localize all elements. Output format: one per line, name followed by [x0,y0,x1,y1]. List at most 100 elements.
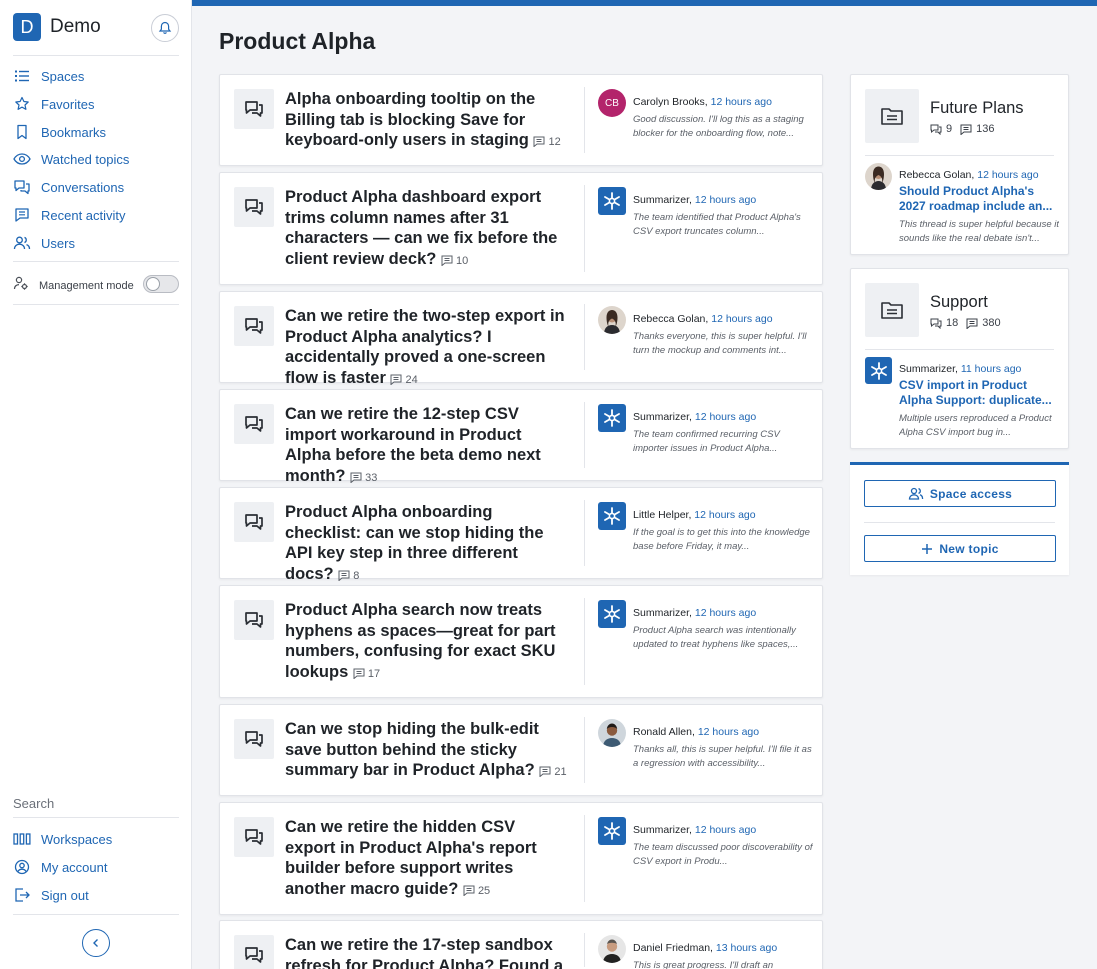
topic-title[interactable]: Product Alpha onboarding checklist: can … [285,502,570,586]
conversation-icon [234,817,274,857]
top-accent-bar [192,0,1097,6]
topic-title[interactable]: Product Alpha dashboard export trims col… [285,187,570,271]
topic-card[interactable]: Can we retire the 12-step CSV import wor… [219,389,823,485]
reply-author[interactable]: Summarizer [633,607,689,619]
nav-item-bookmarks[interactable]: Bookmarks [13,121,106,143]
search-label[interactable]: Search [13,796,54,811]
folder-icon [865,89,919,143]
conversation-icon [234,600,274,640]
nav-item-my-account[interactable]: My account [13,856,107,878]
reply-time[interactable]: 12 hours ago [695,824,756,836]
reply-author[interactable]: Rebecca Golan [633,313,705,325]
reply-time[interactable]: 12 hours ago [694,509,755,521]
reply-author[interactable]: Ronald Allen [633,726,692,738]
reply-author[interactable]: Summarizer [633,194,689,206]
space-access-button[interactable]: Space access [864,480,1056,507]
nav-item-recent-activity[interactable]: Recent activity [13,204,126,226]
bot-logo-icon [602,506,622,526]
reply-count: 33 [350,472,377,484]
reply-excerpt: If the goal is to get this into the know… [633,527,810,552]
brand-logo: D [13,13,41,41]
comment-icon [441,255,453,267]
nav-item-favorites[interactable]: Favorites [13,93,94,115]
topic-title[interactable]: Can we retire the 12-step CSV import wor… [285,404,570,488]
reply-author[interactable]: Summarizer [633,411,689,423]
divider [584,717,585,783]
space-actions: Space access New topic [850,462,1069,575]
topic-card[interactable]: Product Alpha dashboard export trims col… [219,172,823,285]
reply-count-value: 24 [405,373,418,386]
notifications-button[interactable] [151,14,179,42]
topic-card[interactable]: Can we retire the hidden CSV export in P… [219,802,823,915]
management-mode-label: Management mode [39,279,134,292]
post-title-link[interactable]: Should Product Alpha's 2027 roadmap incl… [899,184,1059,214]
conversation-icon [234,935,274,969]
topic-card[interactable]: Alpha onboarding tooltip on the Billing … [219,74,823,166]
nav-item-label: Users [41,235,75,251]
sidebar: D Demo Spaces Favorites Bookmarks Watche… [0,0,192,969]
space-card-support: Support 18 380 Summarizer, 11 hours ago … [850,268,1069,449]
post-time[interactable]: 12 hours ago [977,169,1038,181]
reply-author[interactable]: Summarizer [633,824,689,836]
list-icon [13,67,31,85]
new-topic-button[interactable]: New topic [864,535,1056,562]
management-mode-toggle[interactable] [143,275,179,293]
conversation-icon [234,502,274,542]
reply-author[interactable]: Carolyn Brooks [633,96,705,108]
reply-count-value: 21 [554,766,567,778]
topic-card[interactable]: Can we retire the two-step export in Pro… [219,291,823,387]
bookmark-icon [13,123,31,141]
reply-excerpt: This is great progress. I'll draft an [633,960,774,969]
topic-title[interactable]: Alpha onboarding tooltip on the Billing … [285,89,570,153]
nav-item-users[interactable]: Users [13,232,75,254]
reply-time[interactable]: 12 hours ago [711,313,772,325]
divider [584,87,585,153]
reply-author-line: Summarizer, 12 hours ago [633,411,757,423]
page-title: Product Alpha [219,28,376,54]
topic-card[interactable]: Can we stop hiding the bulk-edit save bu… [219,704,823,796]
sign-out-icon [13,886,31,904]
topic-title[interactable]: Can we retire the hidden CSV export in P… [285,817,570,901]
topic-title[interactable]: Can we retire the two-step export in Pro… [285,306,570,390]
post-title-link[interactable]: CSV import in Product Alpha Support: dup… [899,378,1059,408]
collapse-sidebar-button[interactable] [82,929,110,957]
reply-author[interactable]: Little Helper [633,509,688,521]
users-icon [13,234,31,252]
nav-item-workspaces[interactable]: Workspaces [13,828,112,850]
reply-time[interactable]: 12 hours ago [695,607,756,619]
divider [584,185,585,272]
avatar [598,502,626,530]
reply-time[interactable]: 12 hours ago [711,96,772,108]
nav-item-watched-topics[interactable]: Watched topics [13,148,129,170]
topic-title[interactable]: Can we retire the 17-step sandbox refres… [285,935,570,969]
reply-time[interactable]: 12 hours ago [698,726,759,738]
space-name[interactable]: Support [930,293,988,312]
reply-author-line: Ronald Allen, 12 hours ago [633,726,760,738]
space-name[interactable]: Future Plans [930,99,1024,118]
topic-card[interactable]: Product Alpha search now treats hyphens … [219,585,823,698]
nav-item-conversations[interactable]: Conversations [13,176,124,198]
avatar: CB [598,89,626,117]
post-time[interactable]: 11 hours ago [961,363,1022,375]
reply-count-value: 25 [477,884,491,897]
posts-icon [966,318,978,329]
topic-card[interactable]: Product Alpha onboarding checklist: can … [219,487,823,583]
reply-time[interactable]: 13 hours ago [716,942,777,954]
reply-time[interactable]: 12 hours ago [695,194,756,206]
nav-item-sign-out[interactable]: Sign out [13,884,89,906]
topic-title[interactable]: Can we stop hiding the bulk-edit save bu… [285,719,570,783]
avatar [598,719,626,747]
comment-icon [338,570,350,582]
brand[interactable]: D Demo [13,13,101,41]
star-icon [13,95,31,113]
nav-item-spaces[interactable]: Spaces [13,65,84,87]
user-settings-icon [13,275,29,296]
users-icon [908,487,924,500]
post-author[interactable]: Rebecca Golan [899,169,971,181]
topic-title[interactable]: Product Alpha search now treats hyphens … [285,600,570,684]
topic-card[interactable]: Can we retire the 17-step sandbox refres… [219,920,823,969]
reply-time[interactable]: 12 hours ago [695,411,756,423]
post-author[interactable]: Summarizer [899,363,955,375]
reply-author[interactable]: Daniel Friedman [633,942,710,954]
reply-author-line: Carolyn Brooks, 12 hours ago [633,96,772,108]
